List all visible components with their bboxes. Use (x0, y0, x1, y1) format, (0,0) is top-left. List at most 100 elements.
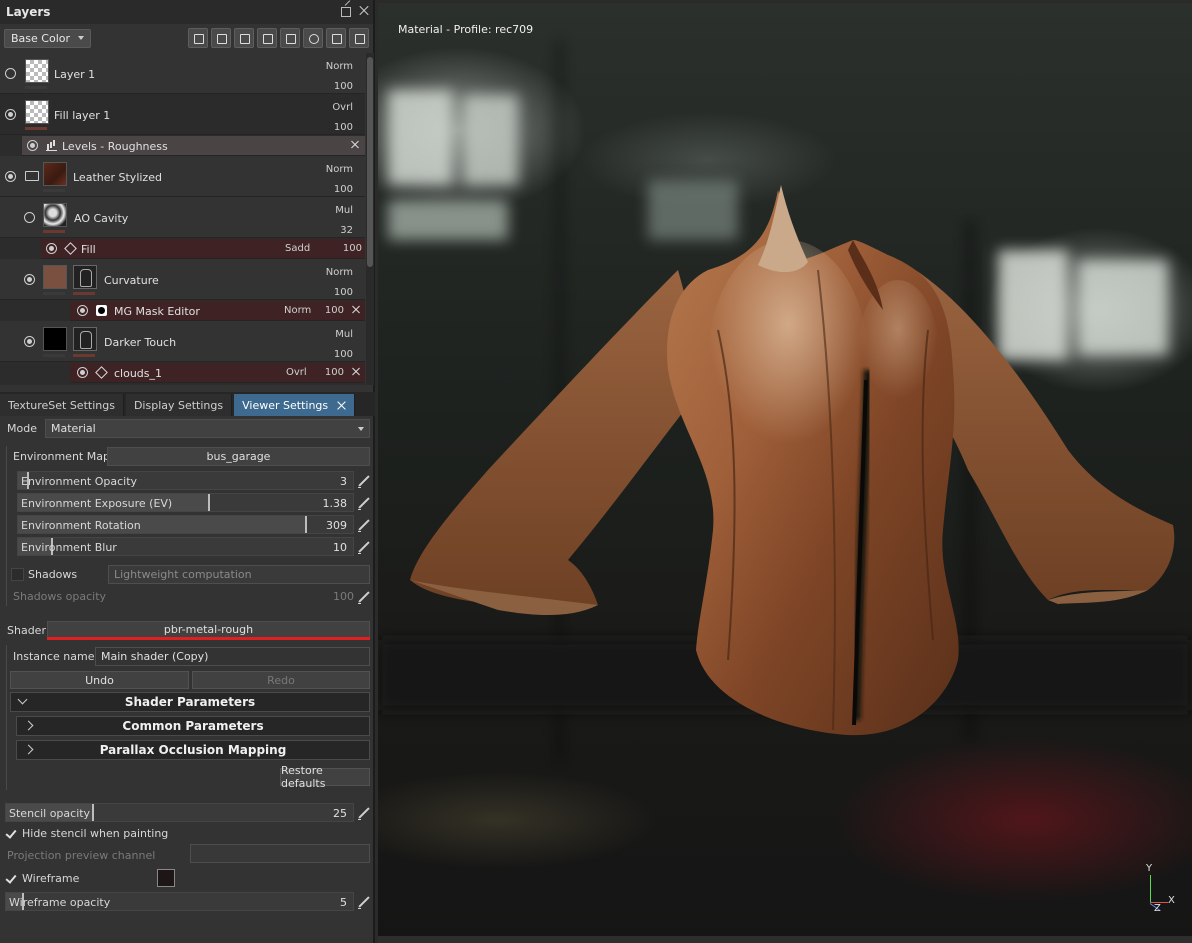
common-parameters-section[interactable]: Common Parameters (16, 716, 370, 736)
remove-effect-icon[interactable] (351, 365, 361, 375)
layer-row[interactable]: Darker Touch Mul 100 (0, 321, 365, 362)
visibility-icon[interactable] (5, 171, 16, 182)
visibility-icon[interactable] (24, 336, 35, 347)
edit-pencil-icon[interactable] (357, 896, 370, 909)
effect-row[interactable]: MG Mask Editor Norm 100 (70, 301, 365, 321)
layer-opacity[interactable]: 100 (334, 184, 353, 195)
layer-row[interactable]: Fill layer 1 Ovrl 100 (0, 94, 365, 135)
add-fill-layer-icon[interactable] (280, 28, 300, 48)
parallax-section[interactable]: Parallax Occlusion Mapping (16, 740, 370, 760)
remove-effect-icon[interactable] (350, 138, 360, 148)
edit-pencil-icon[interactable] (357, 475, 370, 488)
mode-dropdown[interactable]: Material (45, 419, 370, 438)
stencil-opacity-slider[interactable]: Stencil opacity 25 (5, 803, 354, 822)
tab-viewer-settings[interactable]: Viewer Settings (234, 394, 356, 416)
refresh-icon[interactable] (303, 28, 323, 48)
layer-blend-mode[interactable]: Norm (326, 61, 353, 72)
close-tab-icon[interactable] (336, 400, 346, 410)
shader-parameters-section[interactable]: Shader Parameters (10, 692, 370, 712)
effect-opacity[interactable]: 100 (325, 305, 344, 316)
shadows-checkbox[interactable] (11, 568, 24, 581)
layer-opacity[interactable]: 32 (340, 225, 353, 236)
undo-button[interactable]: Undo (10, 671, 189, 689)
layer-blend-mode[interactable]: Mul (335, 205, 353, 216)
effect-row[interactable]: Levels - Roughness (22, 136, 365, 156)
slider-knob[interactable] (207, 494, 210, 511)
env-opacity-slider[interactable]: Environment Opacity 3 (17, 471, 354, 490)
visibility-icon[interactable] (5, 109, 16, 120)
layer-blend-mode[interactable]: Norm (326, 164, 353, 175)
slider-knob[interactable] (305, 516, 308, 533)
layer-opacity[interactable]: 100 (334, 287, 353, 298)
effect-blend-mode[interactable]: Ovrl (286, 367, 307, 378)
visibility-icon[interactable] (27, 140, 38, 151)
restore-defaults-button[interactable]: Restore defaults (280, 764, 370, 790)
channel-dropdown[interactable]: Base Color (4, 28, 92, 48)
effect-opacity[interactable]: 100 (325, 367, 344, 378)
remove-effect-icon[interactable] (351, 303, 361, 313)
layer-row[interactable]: AO Cavity Mul 32 (0, 197, 365, 238)
effect-blend-mode[interactable]: Norm (284, 305, 311, 316)
wireframe-checkbox[interactable] (6, 872, 18, 884)
edit-pencil-icon[interactable] (357, 807, 370, 820)
folder-icon[interactable] (25, 171, 39, 181)
visibility-icon[interactable] (24, 274, 35, 285)
effect-blend-mode[interactable]: Sadd (285, 243, 310, 254)
layer-blend-mode[interactable]: Mul (335, 329, 353, 340)
slider-value[interactable]: 5 (340, 896, 347, 909)
visibility-icon[interactable] (77, 367, 88, 378)
slider-value[interactable]: 1.38 (323, 497, 348, 510)
add-mask-icon[interactable] (211, 28, 231, 48)
slider-value[interactable]: 10 (333, 541, 347, 554)
visibility-icon[interactable] (5, 68, 16, 79)
instance-name-input[interactable]: Main shader (Copy) (95, 647, 370, 666)
layer-list-scrollbar[interactable] (366, 53, 374, 385)
tab-display-settings[interactable]: Display Settings (125, 394, 233, 416)
slider-value[interactable]: 309 (326, 519, 347, 532)
brush-icon[interactable] (234, 28, 254, 48)
edit-pencil-icon[interactable] (357, 541, 370, 554)
layer-row[interactable]: Leather Stylized Norm 100 (0, 156, 365, 197)
env-blur-slider[interactable]: Environment Blur 10 (17, 537, 354, 556)
edit-pencil-icon[interactable] (357, 497, 370, 510)
3d-viewport[interactable]: Material - Profile: rec709 Y X Z (378, 0, 1192, 943)
hide-stencil-checkbox[interactable] (6, 827, 18, 839)
edit-pencil-icon[interactable] (357, 519, 370, 532)
group-divider (6, 446, 7, 606)
scrollbar-thumb[interactable] (367, 57, 373, 267)
layer-row[interactable]: Layer 1 Norm 100 (0, 53, 365, 94)
layer-opacity[interactable]: 100 (334, 122, 353, 133)
effect-row[interactable]: clouds_1 Ovrl 100 (70, 363, 365, 383)
add-layer-icon[interactable] (257, 28, 277, 48)
undock-icon[interactable] (341, 5, 352, 17)
add-folder-icon[interactable] (326, 28, 346, 48)
delete-icon[interactable] (349, 28, 369, 48)
redo-button[interactable]: Redo (192, 671, 370, 689)
visibility-icon[interactable] (24, 212, 35, 223)
slider-knob[interactable] (91, 804, 94, 821)
shader-button[interactable]: pbr-metal-rough (47, 621, 370, 638)
shadows-mode-field[interactable]: Lightweight computation (108, 565, 370, 584)
tab-textureset-settings[interactable]: TextureSet Settings (0, 394, 124, 416)
env-rotation-slider[interactable]: Environment Rotation 309 (17, 515, 354, 534)
env-map-button[interactable]: bus_garage (107, 447, 370, 466)
wireframe-color-swatch[interactable] (157, 869, 175, 887)
visibility-icon[interactable] (46, 243, 57, 254)
layer-blend-mode[interactable]: Ovrl (332, 102, 353, 113)
shadows-opacity-value[interactable]: 100 (333, 590, 354, 603)
env-exposure-slider[interactable]: Environment Exposure (EV) 1.38 (17, 493, 354, 512)
add-effect-icon[interactable] (188, 28, 208, 48)
layer-opacity[interactable]: 100 (334, 349, 353, 360)
edit-pencil-icon[interactable] (357, 591, 370, 604)
effect-opacity[interactable]: 100 (343, 243, 362, 254)
slider-value[interactable]: 3 (340, 475, 347, 488)
layer-opacity[interactable]: 100 (334, 81, 353, 92)
projection-channel-dropdown[interactable] (190, 844, 370, 863)
visibility-icon[interactable] (77, 305, 88, 316)
slider-value[interactable]: 25 (333, 807, 347, 820)
layer-row[interactable]: Curvature Norm 100 (0, 259, 365, 300)
effect-row[interactable]: Fill Sadd 100 (41, 239, 365, 259)
layer-blend-mode[interactable]: Norm (326, 267, 353, 278)
close-icon[interactable] (358, 5, 369, 16)
wireframe-opacity-slider[interactable]: Wireframe opacity 5 (5, 892, 354, 911)
